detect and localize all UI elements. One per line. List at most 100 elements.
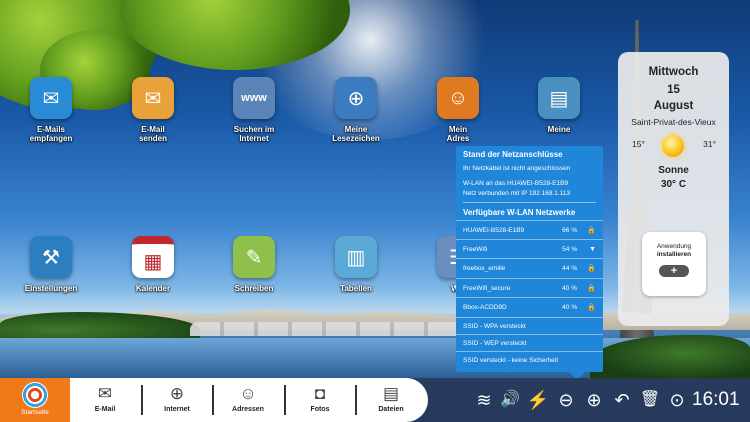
- taskbar-email[interactable]: ✉ E-Mail: [72, 378, 138, 422]
- wifi-signal-percent: 54 %: [562, 245, 577, 253]
- date-weather-widget: Mittwoch 15 August Saint-Privat-des-Vieu…: [618, 52, 729, 326]
- hidden-network-item[interactable]: SSID versteckt - keine Sicherheit: [456, 352, 603, 369]
- app-label: Schreiben: [234, 284, 274, 293]
- taskbar-dateien[interactable]: ▤ Dateien: [358, 378, 424, 422]
- app-tabellen[interactable]: ▥ Tabellen: [311, 236, 401, 293]
- wifi-network-name: freebox_emilie: [463, 265, 506, 272]
- help-lifebuoy-icon[interactable]: ⊙: [665, 378, 689, 422]
- taskbar-separator: [141, 385, 143, 415]
- taskbar-label: Dateien: [378, 406, 404, 413]
- app-mein-adressbuch[interactable]: ☺ Mein Adres: [413, 77, 503, 143]
- volume-icon[interactable]: 🔊: [498, 378, 522, 422]
- taskbar: Startseite ✉ E-Mail ⊕ Internet ☺ Adresse…: [0, 378, 750, 422]
- hidden-network-name: SSID - WEP versteckt: [463, 339, 527, 347]
- battery-charging-icon[interactable]: ⚡: [524, 378, 552, 422]
- app-email-senden[interactable]: ✉ E-Mail senden: [108, 77, 198, 143]
- app-einstellungen[interactable]: ⚒ Einstellungen: [6, 236, 96, 293]
- globe-icon: ⊕: [169, 384, 185, 403]
- wifi-network-item[interactable]: FreeWifi 54 % ▼: [456, 240, 603, 259]
- hidden-network-item[interactable]: SSID - WPA versteckt: [456, 318, 603, 335]
- app-label: Tabellen: [340, 284, 372, 293]
- camera-icon: ◘: [314, 384, 326, 403]
- address-book-icon: ☺: [437, 77, 479, 119]
- app-schreiben[interactable]: ✎ Schreiben: [209, 236, 299, 293]
- taskbar-label: Fotos: [310, 406, 330, 413]
- calendar-icon: ▦: [132, 236, 174, 278]
- app-meine-bilder[interactable]: ▤ Meine: [514, 77, 604, 134]
- mail-inbox-icon: ✉: [30, 77, 72, 119]
- bookmarks-globe-icon: ⊕: [335, 77, 377, 119]
- temperature-range: 15° 31°: [618, 135, 729, 165]
- wifi-network-name: FreeWifi_secure: [463, 284, 511, 292]
- taskbar-fotos[interactable]: ◘ Fotos: [287, 378, 353, 422]
- taskbar-label: Internet: [164, 406, 190, 413]
- wifi-signal-percent: 40 %: [562, 304, 577, 311]
- taskbar-separator: [355, 385, 357, 415]
- hidden-network-name: SSID - WPA versteckt: [463, 322, 526, 330]
- day-number: 15: [667, 84, 680, 96]
- app-label: E-Mails empfangen: [29, 125, 73, 143]
- wifi-signal-percent: 44 %: [562, 265, 577, 272]
- spreadsheet-icon: ▥: [335, 236, 377, 278]
- taskbar-label: E-Mail: [94, 406, 116, 413]
- current-temperature: 30° C: [660, 179, 687, 190]
- plus-icon: +: [659, 265, 689, 277]
- install-app-label: Anwendung installieren: [656, 243, 692, 258]
- wallpaper-bridge: [190, 322, 490, 336]
- files-icon: ▤: [382, 384, 400, 403]
- cable-status-text: Ihr Netzkabel ist nicht angeschlossen: [463, 165, 571, 172]
- app-label: E-Mail senden: [138, 125, 167, 143]
- lock-icon: 🔒: [587, 227, 596, 234]
- app-meine-lesezeichen[interactable]: ⊕ Meine Lesezeichen: [311, 77, 401, 143]
- hidden-network-item[interactable]: SSID - WEP versteckt: [456, 335, 603, 352]
- zoom-out-icon[interactable]: ⊖: [554, 378, 578, 422]
- taskbar-adressen[interactable]: ☺ Adressen: [215, 378, 281, 422]
- home-logo-icon: [22, 382, 48, 408]
- wifi-icon[interactable]: ≋: [472, 378, 496, 422]
- back-arrow-icon[interactable]: ↶: [610, 378, 634, 422]
- min-temperature: 15°: [632, 139, 645, 149]
- wifi-network-item[interactable]: Bbox-ACDD9D 40 % 🔒: [456, 298, 603, 318]
- wifi-network-name: FreeWifi: [463, 245, 488, 253]
- available-networks-title: Verfügbare W-LAN Netzwerke: [463, 208, 576, 217]
- app-label: Suchen im Internet: [233, 125, 275, 143]
- trash-icon[interactable]: 🗑: [638, 378, 662, 422]
- taskbar-separator: [284, 385, 286, 415]
- install-app-button[interactable]: Anwendung installieren +: [642, 232, 706, 296]
- lock-icon: 🔒: [587, 265, 596, 272]
- web-search-icon: www: [233, 77, 275, 119]
- lock-icon: 🔒: [587, 284, 596, 292]
- writing-document-icon: ✎: [233, 236, 275, 278]
- app-label: Kalender: [135, 284, 171, 293]
- taskbar-label: Adressen: [232, 406, 264, 413]
- wifi-signal-percent: 66 %: [562, 227, 577, 234]
- taskbar-separator: [212, 385, 214, 415]
- app-kalender[interactable]: ▦ Kalender: [108, 236, 198, 293]
- app-label: Mein Adres: [446, 125, 470, 143]
- weather-condition: Sonne: [658, 165, 689, 176]
- taskbar-internet[interactable]: ⊕ Internet: [144, 378, 210, 422]
- lock-icon: 🔒: [587, 304, 596, 311]
- open-network-icon: ▼: [589, 245, 596, 253]
- app-label: Meine: [547, 125, 571, 134]
- network-status-title: Stand der Netzanschlüsse: [463, 150, 563, 159]
- wifi-network-item[interactable]: FreeWifi_secure 40 % 🔒: [456, 279, 603, 298]
- wifi-signal-percent: 40 %: [562, 284, 577, 292]
- settings-tools-icon: ⚒: [30, 236, 72, 278]
- wifi-network-item[interactable]: HUAWEI-B528-E1B9 66 % 🔒: [456, 220, 603, 240]
- app-emails-empfangen[interactable]: ✉ E-Mails empfangen: [6, 77, 96, 143]
- month-label: August: [653, 100, 694, 112]
- hidden-network-name: SSID versteckt - keine Sicherheit: [463, 356, 559, 364]
- contacts-icon: ☺: [239, 384, 257, 403]
- start-button[interactable]: Startseite: [0, 378, 70, 422]
- app-suchen-im-internet[interactable]: www Suchen im Internet: [209, 77, 299, 143]
- clock: 16:01: [692, 389, 740, 410]
- zoom-in-icon[interactable]: ⊕: [582, 378, 606, 422]
- max-temperature: 31°: [703, 139, 716, 149]
- mail-icon: ✉: [97, 384, 113, 403]
- panel-divider: [463, 202, 596, 203]
- app-label: Einstellungen: [24, 284, 78, 293]
- wifi-network-item[interactable]: freebox_emilie 44 % 🔒: [456, 259, 603, 279]
- start-label: Startseite: [21, 409, 49, 416]
- app-label: Meine Lesezeichen: [332, 125, 380, 143]
